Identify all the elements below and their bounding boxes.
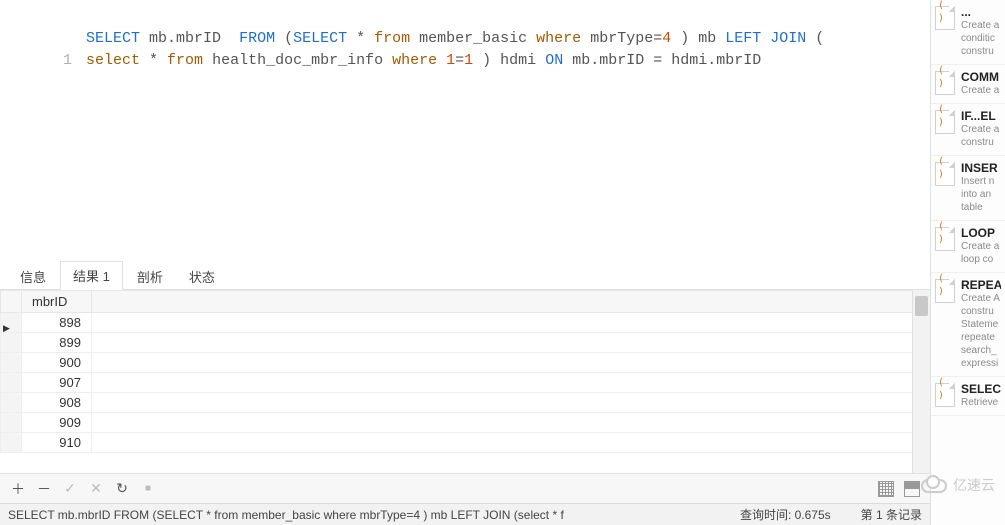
snippet-icon: ( ): [935, 6, 955, 30]
status-query-text: SELECT mb.mbrID FROM (SELECT * from memb…: [8, 508, 710, 522]
snippet-icon: ( ): [935, 383, 955, 407]
cell-blank: [92, 433, 930, 453]
cell-mbrid[interactable]: 910: [22, 433, 92, 453]
snippet-item[interactable]: ( ) LOOPCreate a loop co: [931, 221, 1005, 273]
snippet-item[interactable]: ( ) SELECRetrieve: [931, 377, 1005, 416]
table-row[interactable]: 908: [1, 393, 930, 413]
cell-mbrid[interactable]: 908: [22, 393, 92, 413]
cell-blank: [92, 393, 930, 413]
stop-button[interactable]: ■: [140, 481, 156, 497]
snippet-desc: Create a conditic constru: [961, 19, 1001, 58]
snippet-title: ...: [961, 6, 1001, 19]
snippet-icon: ( ): [935, 71, 955, 95]
cell-blank: [92, 333, 930, 353]
tab-status[interactable]: 状态: [177, 263, 227, 290]
table-row[interactable]: 899: [1, 333, 930, 353]
grid-rowhead: [1, 291, 22, 313]
row-marker: [1, 393, 22, 413]
apply-button[interactable]: ✓: [62, 481, 78, 497]
editor-code[interactable]: SELECT mb.mbrID FROM (SELECT * from memb…: [84, 6, 930, 260]
cancel-button[interactable]: ✕: [88, 481, 104, 497]
snippet-title: LOOP: [961, 227, 1001, 240]
cell-mbrid[interactable]: 900: [22, 353, 92, 373]
remove-row-button[interactable]: －: [36, 481, 52, 497]
grid-col-mbrid[interactable]: mbrID: [22, 291, 92, 313]
result-tabs: 信息 结果 1 剖析 状态: [0, 260, 930, 290]
table-row[interactable]: 910: [1, 433, 930, 453]
table-row[interactable]: 909: [1, 413, 930, 433]
row-marker: [1, 433, 22, 453]
snippet-icon: ( ): [935, 279, 955, 303]
sql-editor[interactable]: 1 SELECT mb.mbrID FROM (SELECT * from me…: [0, 0, 930, 260]
snippet-item[interactable]: ( )...Create a conditic constru: [931, 0, 1005, 65]
cell-mbrid[interactable]: 898: [22, 313, 92, 333]
view-grid-icon[interactable]: [878, 481, 894, 497]
snippet-desc: Retrieve: [961, 396, 1001, 409]
snippet-icon: ( ): [935, 227, 955, 251]
snippet-title: SELEC: [961, 383, 1001, 396]
snippet-title: INSER: [961, 162, 1001, 175]
snippet-desc: Create A constru Stateme repeate search_…: [961, 292, 1001, 370]
add-row-button[interactable]: ＋: [10, 481, 26, 497]
cell-blank: [92, 373, 930, 393]
status-bar: SELECT mb.mbrID FROM (SELECT * from memb…: [0, 503, 930, 525]
snippet-title: REPEA: [961, 279, 1001, 292]
result-grid[interactable]: mbrID 898899900907908909910: [0, 290, 930, 473]
grid-col-blank: [92, 291, 930, 313]
snippet-title: COMM: [961, 71, 999, 84]
snippet-item[interactable]: ( ) IF...ELCreate a constru: [931, 104, 1005, 156]
snippet-icon: ( ): [935, 110, 955, 134]
snippet-desc: Create a constru: [961, 123, 1001, 149]
row-marker: [1, 373, 22, 393]
scroll-thumb[interactable]: [915, 296, 928, 316]
snippet-item[interactable]: ( ) INSERInsert n into an table: [931, 156, 1005, 221]
row-marker: [1, 313, 22, 333]
snippet-desc: Create a: [961, 84, 999, 97]
snippet-item[interactable]: ( ) REPEACreate A constru Stateme repeate…: [931, 273, 1005, 377]
status-time: 查询时间: 0.675s: [740, 506, 831, 523]
cell-blank: [92, 353, 930, 373]
refresh-button[interactable]: ↻: [114, 481, 130, 497]
table-row[interactable]: 898: [1, 313, 930, 333]
row-marker: [1, 333, 22, 353]
grid-header-row: mbrID: [1, 291, 930, 313]
row-marker: [1, 413, 22, 433]
tab-result1[interactable]: 结果 1: [60, 261, 123, 290]
table-row[interactable]: 900: [1, 353, 930, 373]
tab-info[interactable]: 信息: [8, 263, 58, 290]
cell-mbrid[interactable]: 907: [22, 373, 92, 393]
editor-gutter: 1: [0, 6, 84, 260]
row-marker: [1, 353, 22, 373]
grid-scrollbar[interactable]: [912, 290, 930, 473]
cell-mbrid[interactable]: 909: [22, 413, 92, 433]
snippet-icon: ( ): [935, 162, 955, 186]
tab-profile[interactable]: 剖析: [125, 263, 175, 290]
snippet-title: IF...EL: [961, 110, 1001, 123]
cell-mbrid[interactable]: 899: [22, 333, 92, 353]
table-row[interactable]: 907: [1, 373, 930, 393]
grid-toolbar: ＋ － ✓ ✕ ↻ ■: [0, 473, 930, 503]
view-form-icon[interactable]: [904, 481, 920, 497]
snippet-sidebar[interactable]: ( )...Create a conditic constru( )COMMCr…: [930, 0, 1005, 525]
status-record: 第 1 条记录: [861, 506, 922, 523]
cell-blank: [92, 413, 930, 433]
cell-blank: [92, 313, 930, 333]
snippet-desc: Insert n into an table: [961, 175, 1001, 214]
snippet-desc: Create a loop co: [961, 240, 1001, 266]
snippet-item[interactable]: ( ) COMMCreate a: [931, 65, 1005, 104]
